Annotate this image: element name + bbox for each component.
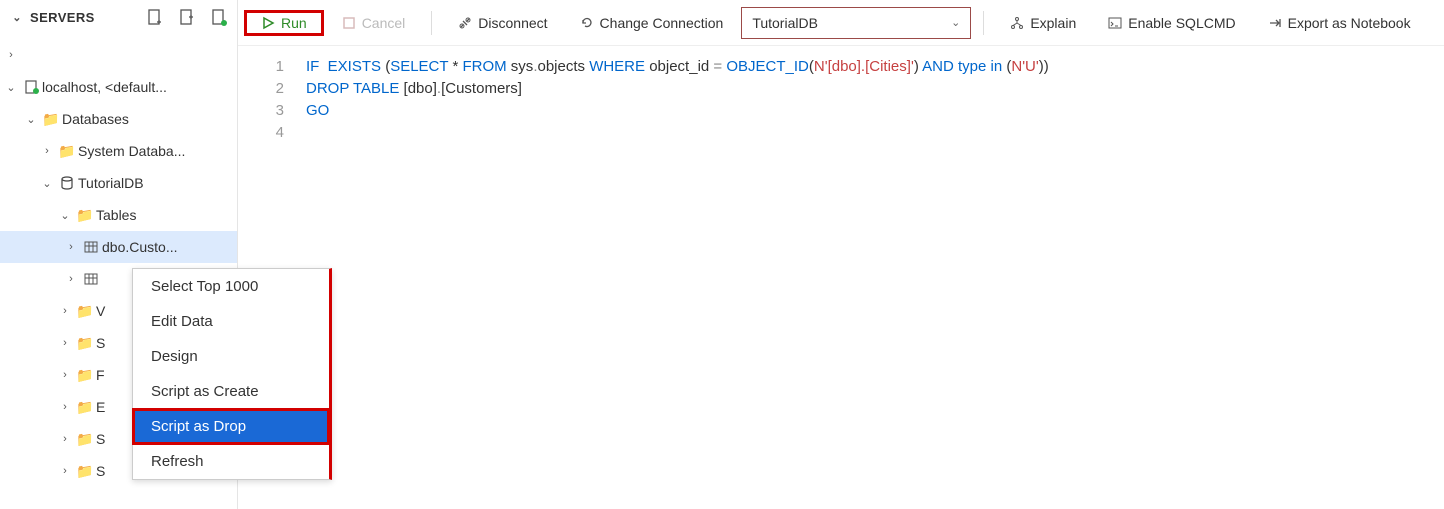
- database-icon: [56, 176, 78, 190]
- plan-icon: [1010, 16, 1024, 30]
- code-line: DROP TABLE [dbo].[Customers]: [306, 78, 1444, 100]
- line-number: 3: [238, 100, 284, 122]
- chevron-right-icon: ›: [56, 465, 74, 477]
- folder-icon: 📁: [40, 111, 62, 128]
- line-number: 1: [238, 56, 284, 78]
- folder-icon: 📁: [74, 303, 96, 320]
- chevron-down-icon: ⌄: [2, 81, 20, 94]
- disconnect-icon: [458, 16, 472, 30]
- sqlcmd-label: Enable SQLCMD: [1128, 15, 1235, 31]
- chevron-right-icon: ›: [56, 433, 74, 445]
- sidebar-title[interactable]: ⌄ SERVERS: [8, 10, 95, 25]
- servers-label: SERVERS: [30, 10, 95, 25]
- database-select[interactable]: TutorialDB ⌄: [741, 7, 971, 39]
- new-server-icon[interactable]: [143, 6, 165, 28]
- disconnect-button[interactable]: Disconnect: [444, 9, 561, 37]
- folder-icon: 📁: [74, 207, 96, 224]
- sqlcmd-icon: [1108, 16, 1122, 30]
- change-label: Change Connection: [600, 15, 724, 31]
- play-icon: [261, 16, 275, 30]
- tree-blank[interactable]: ›: [0, 39, 237, 71]
- disconnect-label: Disconnect: [478, 15, 547, 31]
- chevron-right-icon: ›: [56, 401, 74, 413]
- tree-databases[interactable]: ⌄📁Databases: [0, 103, 237, 135]
- tree-tutorialdb[interactable]: ⌄TutorialDB: [0, 167, 237, 199]
- server-status-icon[interactable]: [207, 6, 229, 28]
- query-toolbar: Run Cancel Disconnect Change Connection …: [238, 0, 1444, 46]
- export-notebook-button[interactable]: Export as Notebook: [1254, 9, 1425, 37]
- folder-icon: 📁: [74, 431, 96, 448]
- chevron-down-icon: ⌄: [8, 11, 26, 24]
- tree-tables[interactable]: ⌄📁Tables: [0, 199, 237, 231]
- refresh-icon: [580, 16, 594, 30]
- enable-sqlcmd-button[interactable]: Enable SQLCMD: [1094, 9, 1249, 37]
- chevron-right-icon: ›: [62, 273, 80, 285]
- sidebar-header: ⌄ SERVERS: [0, 0, 237, 35]
- separator: [431, 11, 432, 35]
- menu-script-drop[interactable]: Script as Drop: [132, 408, 330, 445]
- export-icon: [1268, 16, 1282, 30]
- cancel-button: Cancel: [328, 9, 420, 37]
- code-line: [306, 122, 1444, 144]
- table-icon: [80, 240, 102, 254]
- chevron-right-icon: ›: [56, 369, 74, 381]
- new-query-icon[interactable]: [175, 6, 197, 28]
- sql-editor[interactable]: 1 2 3 4 IF EXISTS (SELECT * FROM sys.obj…: [238, 46, 1444, 509]
- tree-table-customers[interactable]: ›dbo.Custo...: [0, 231, 237, 263]
- explain-label: Explain: [1030, 15, 1076, 31]
- menu-script-create[interactable]: Script as Create: [133, 374, 329, 409]
- chevron-right-icon: ›: [56, 337, 74, 349]
- folder-icon: 📁: [74, 399, 96, 416]
- chevron-right-icon: ›: [62, 241, 80, 253]
- chevron-down-icon: ⌄: [951, 16, 960, 29]
- editor-panel: Run Cancel Disconnect Change Connection …: [238, 0, 1444, 509]
- run-label: Run: [281, 15, 307, 31]
- explain-button[interactable]: Explain: [996, 9, 1090, 37]
- server-icon: [20, 80, 42, 94]
- code-area[interactable]: IF EXISTS (SELECT * FROM sys.objects WHE…: [298, 46, 1444, 509]
- menu-design[interactable]: Design: [133, 339, 329, 374]
- tree-systemdb[interactable]: ›📁System Databa...: [0, 135, 237, 167]
- folder-icon: 📁: [56, 143, 78, 160]
- tree-connection[interactable]: ⌄localhost, <default...: [0, 71, 237, 103]
- line-number: 2: [238, 78, 284, 100]
- chevron-right-icon: ›: [38, 145, 56, 157]
- code-line: GO: [306, 100, 1444, 122]
- table-icon: [80, 272, 102, 286]
- code-line: IF EXISTS (SELECT * FROM sys.objects WHE…: [306, 56, 1444, 78]
- chevron-right-icon: ›: [2, 49, 20, 61]
- folder-icon: 📁: [74, 335, 96, 352]
- chevron-down-icon: ⌄: [22, 113, 40, 126]
- stop-icon: [342, 16, 356, 30]
- folder-icon: 📁: [74, 463, 96, 480]
- chevron-down-icon: ⌄: [38, 177, 56, 190]
- table-context-menu: Select Top 1000 Edit Data Design Script …: [132, 268, 332, 480]
- run-button[interactable]: Run: [244, 10, 324, 36]
- change-connection-button[interactable]: Change Connection: [566, 9, 738, 37]
- db-select-value: TutorialDB: [752, 15, 818, 31]
- menu-select-top-1000[interactable]: Select Top 1000: [133, 269, 329, 304]
- separator: [983, 11, 984, 35]
- chevron-right-icon: ›: [56, 305, 74, 317]
- menu-edit-data[interactable]: Edit Data: [133, 304, 329, 339]
- folder-icon: 📁: [74, 367, 96, 384]
- chevron-down-icon: ⌄: [56, 209, 74, 222]
- menu-refresh[interactable]: Refresh: [133, 444, 329, 479]
- line-number: 4: [238, 122, 284, 144]
- notebook-label: Export as Notebook: [1288, 15, 1411, 31]
- cancel-label: Cancel: [362, 15, 406, 31]
